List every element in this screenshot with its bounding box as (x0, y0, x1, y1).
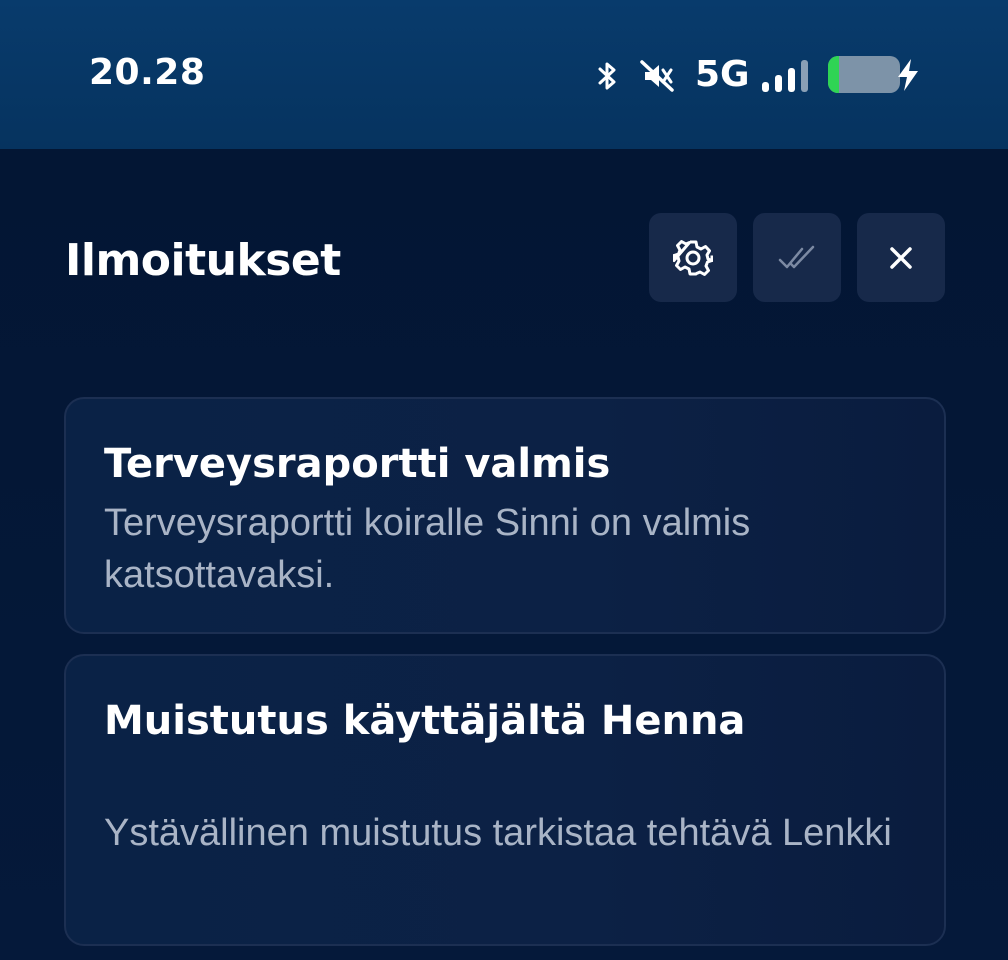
network-label: 5G (695, 54, 750, 95)
notification-title: Muistutus käyttäjältä Henna (104, 698, 746, 744)
notification-title: Terveysraportti valmis (104, 441, 611, 487)
notification-body: Terveysraportti koiralle Sinni on valmis… (104, 502, 751, 596)
status-bar: 20.28 5G (0, 0, 1008, 149)
page-title: Ilmoitukset (65, 235, 341, 286)
settings-button[interactable] (649, 213, 737, 302)
notification-body: Ystävällinen muistutus tarkistaa tehtävä… (104, 812, 892, 854)
battery-level (828, 56, 839, 93)
mark-all-read-button[interactable] (753, 213, 841, 302)
charging-icon (898, 59, 918, 91)
close-icon (890, 246, 912, 269)
mark-all-read-icon (778, 245, 815, 268)
notification-card[interactable]: Muistutus käyttäjältä Henna Ystävällinen… (64, 654, 946, 946)
signal-icon (762, 60, 808, 92)
settings-icon (673, 239, 713, 276)
bluetooth-icon (598, 62, 616, 90)
close-button[interactable] (857, 213, 945, 302)
muted-vibrate-icon (640, 60, 674, 92)
battery-icon (828, 56, 900, 93)
status-time: 20.28 (89, 52, 206, 93)
notification-card[interactable]: Terveysraportti valmis Terveysraportti k… (64, 397, 946, 634)
